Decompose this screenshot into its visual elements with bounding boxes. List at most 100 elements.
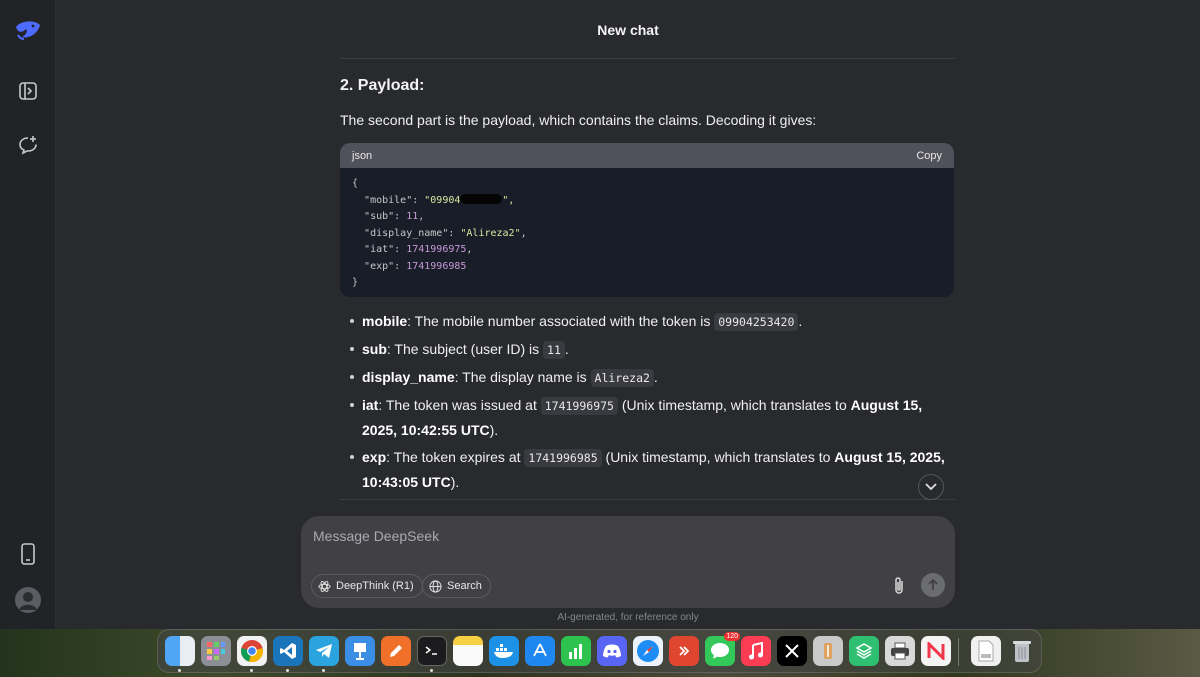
numbers-icon[interactable] (561, 636, 591, 666)
list-text: : The display name is (454, 369, 591, 385)
intro-paragraph: The second part is the payload, which co… (340, 112, 817, 128)
code-value: 1741996975 (406, 244, 467, 255)
music-icon[interactable] (741, 636, 771, 666)
list-text: : The mobile number associated with the … (407, 313, 715, 329)
list-text: (Unix timestamp, which translates to (617, 397, 851, 413)
notification-badge: 120 (724, 632, 740, 641)
list-item: mobile: The mobile number associated wit… (346, 309, 956, 334)
app-store-icon[interactable] (525, 636, 555, 666)
code-close-brace: } (352, 277, 359, 288)
keynote-icon[interactable] (345, 636, 375, 666)
globe-icon (429, 579, 442, 593)
pencil-app-icon[interactable] (381, 636, 411, 666)
inline-code: Alireza2 (590, 369, 654, 387)
terminal-icon[interactable] (417, 636, 447, 666)
notes-icon[interactable] (453, 636, 483, 666)
list-text: : The subject (user ID) is (386, 341, 544, 357)
telegram-icon[interactable] (309, 636, 339, 666)
sidebar-toggle-icon[interactable] (12, 75, 44, 107)
list-item: exp: The token expires at 1741996985 (Un… (346, 445, 956, 494)
dock: 120 (157, 629, 1042, 673)
scroll-down-button[interactable] (918, 474, 944, 500)
send-button[interactable] (921, 573, 945, 597)
running-indicator (250, 669, 253, 672)
code-value: "09904 (424, 194, 461, 206)
launchpad-icon[interactable] (201, 636, 231, 666)
list-text: ). (450, 474, 460, 490)
new-chat-icon[interactable] (12, 129, 44, 161)
message-composer: Message DeepSeek DeepThink (R1) Search (301, 516, 955, 608)
code-key: "mobile" (364, 194, 413, 206)
x-icon[interactable] (777, 636, 807, 666)
deepseek-logo-icon[interactable] (12, 14, 44, 46)
finder-icon[interactable] (165, 636, 195, 666)
list-text: . (564, 341, 569, 357)
atom-icon (318, 580, 331, 592)
scripts-icon[interactable] (813, 636, 843, 666)
messages-icon[interactable]: 120 (705, 632, 740, 666)
docker-icon[interactable] (489, 636, 519, 666)
list-text: : The token was issued at (378, 397, 541, 413)
discord-icon[interactable] (597, 636, 627, 666)
mobile-app-icon[interactable] (12, 538, 44, 570)
code-value: 11 (406, 211, 419, 222)
code-content: { "mobile": "09904 ", "sub": 11, "display… (352, 178, 527, 288)
running-indicator (286, 669, 289, 672)
deepthink-toggle[interactable]: DeepThink (R1) (311, 574, 423, 598)
search-toggle[interactable]: Search (422, 574, 491, 598)
list-term: sub (362, 341, 387, 357)
arrow-up-icon (928, 579, 938, 590)
search-label: Search (447, 580, 482, 592)
code-key: "display_name" (364, 227, 449, 239)
code-open-brace: { (352, 178, 359, 189)
running-indicator (430, 669, 433, 672)
list-item: sub: The subject (user ID) is 11. (346, 337, 956, 362)
inline-code: 1741996985 (524, 449, 602, 467)
inline-code: 09904253420 (714, 313, 799, 331)
deepthink-label: DeepThink (R1) (336, 580, 414, 592)
code-suffix: ", (502, 194, 515, 206)
trash-icon[interactable] (1007, 636, 1037, 666)
code-value: 1741996985 (406, 260, 467, 272)
running-indicator (322, 669, 325, 672)
page-title: New chat (597, 22, 659, 38)
running-indicator (178, 669, 181, 672)
safari-icon[interactable] (633, 636, 663, 666)
list-text: . (798, 313, 803, 329)
list-term: iat (362, 397, 379, 413)
paperclip-icon (895, 577, 903, 594)
attach-button[interactable] (888, 574, 910, 598)
stack-icon[interactable] (849, 636, 879, 666)
redaction-mark (460, 193, 503, 204)
code-block-header: json Copy (340, 143, 954, 168)
section-heading: 2. Payload: (340, 77, 425, 94)
inline-code: 1741996975 (540, 397, 618, 415)
code-suffix: , (418, 211, 425, 222)
code-key: "exp" (364, 260, 395, 272)
copy-button[interactable]: Copy (916, 150, 942, 162)
disclaimer-text: AI-generated, for reference only (557, 612, 699, 623)
code-key: "iat" (364, 244, 395, 255)
code-language-label: json (352, 149, 373, 162)
list-text: (Unix timestamp, which translates to (601, 449, 835, 465)
chrome-icon[interactable] (237, 636, 267, 666)
code-block: json Copy { "mobile": "09904 ", "sub": 11… (340, 143, 954, 297)
message-content: 2. Payload: The second part is the paylo… (340, 74, 955, 132)
code-key: "sub" (364, 211, 395, 222)
list-text: ). (489, 422, 499, 438)
list-item: iat: The token was issued at 1741996975 … (346, 393, 956, 442)
remote-desktop-icon[interactable] (669, 636, 699, 666)
list-text: . (653, 369, 658, 385)
sidebar (0, 0, 56, 629)
chevron-down-icon (925, 483, 937, 491)
divider (340, 58, 955, 59)
printer-icon[interactable] (885, 636, 915, 666)
pdf-file-icon[interactable] (971, 636, 1001, 666)
divider (340, 499, 955, 500)
news-icon[interactable] (921, 636, 951, 666)
avatar[interactable] (12, 584, 44, 616)
list-term: mobile (362, 313, 408, 329)
message-input[interactable]: Message DeepSeek (313, 528, 439, 544)
list-text: : The token expires at (386, 449, 525, 465)
vscode-icon[interactable] (273, 636, 303, 666)
